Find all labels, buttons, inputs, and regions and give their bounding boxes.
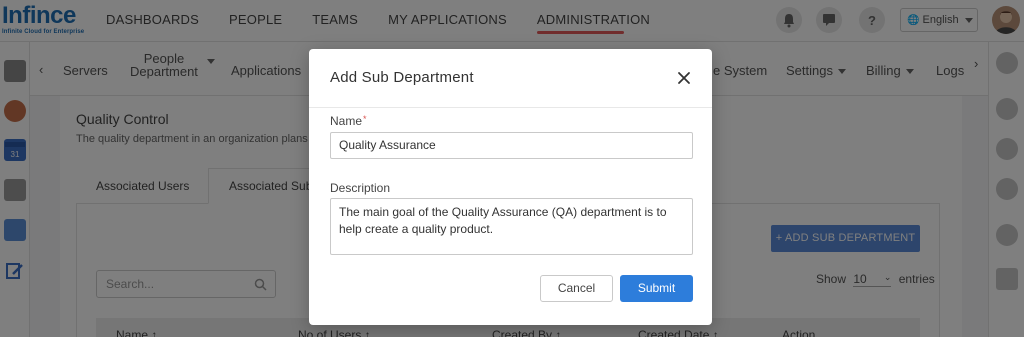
name-label-text: Name — [330, 114, 363, 128]
close-icon[interactable] — [675, 69, 693, 87]
modal-title: Add Sub Department — [330, 69, 474, 86]
required-mark: * — [363, 114, 367, 124]
submit-button[interactable]: Submit — [620, 275, 693, 302]
name-label: Name* — [330, 114, 367, 128]
cancel-button[interactable]: Cancel — [540, 275, 613, 302]
description-field[interactable]: The main goal of the Quality Assurance (… — [330, 198, 693, 255]
add-sub-department-modal: Add Sub Department Name* Quality Assuran… — [309, 49, 712, 325]
modal-divider — [309, 107, 712, 108]
name-field[interactable]: Quality Assurance — [330, 132, 693, 159]
description-label: Description — [330, 181, 391, 195]
